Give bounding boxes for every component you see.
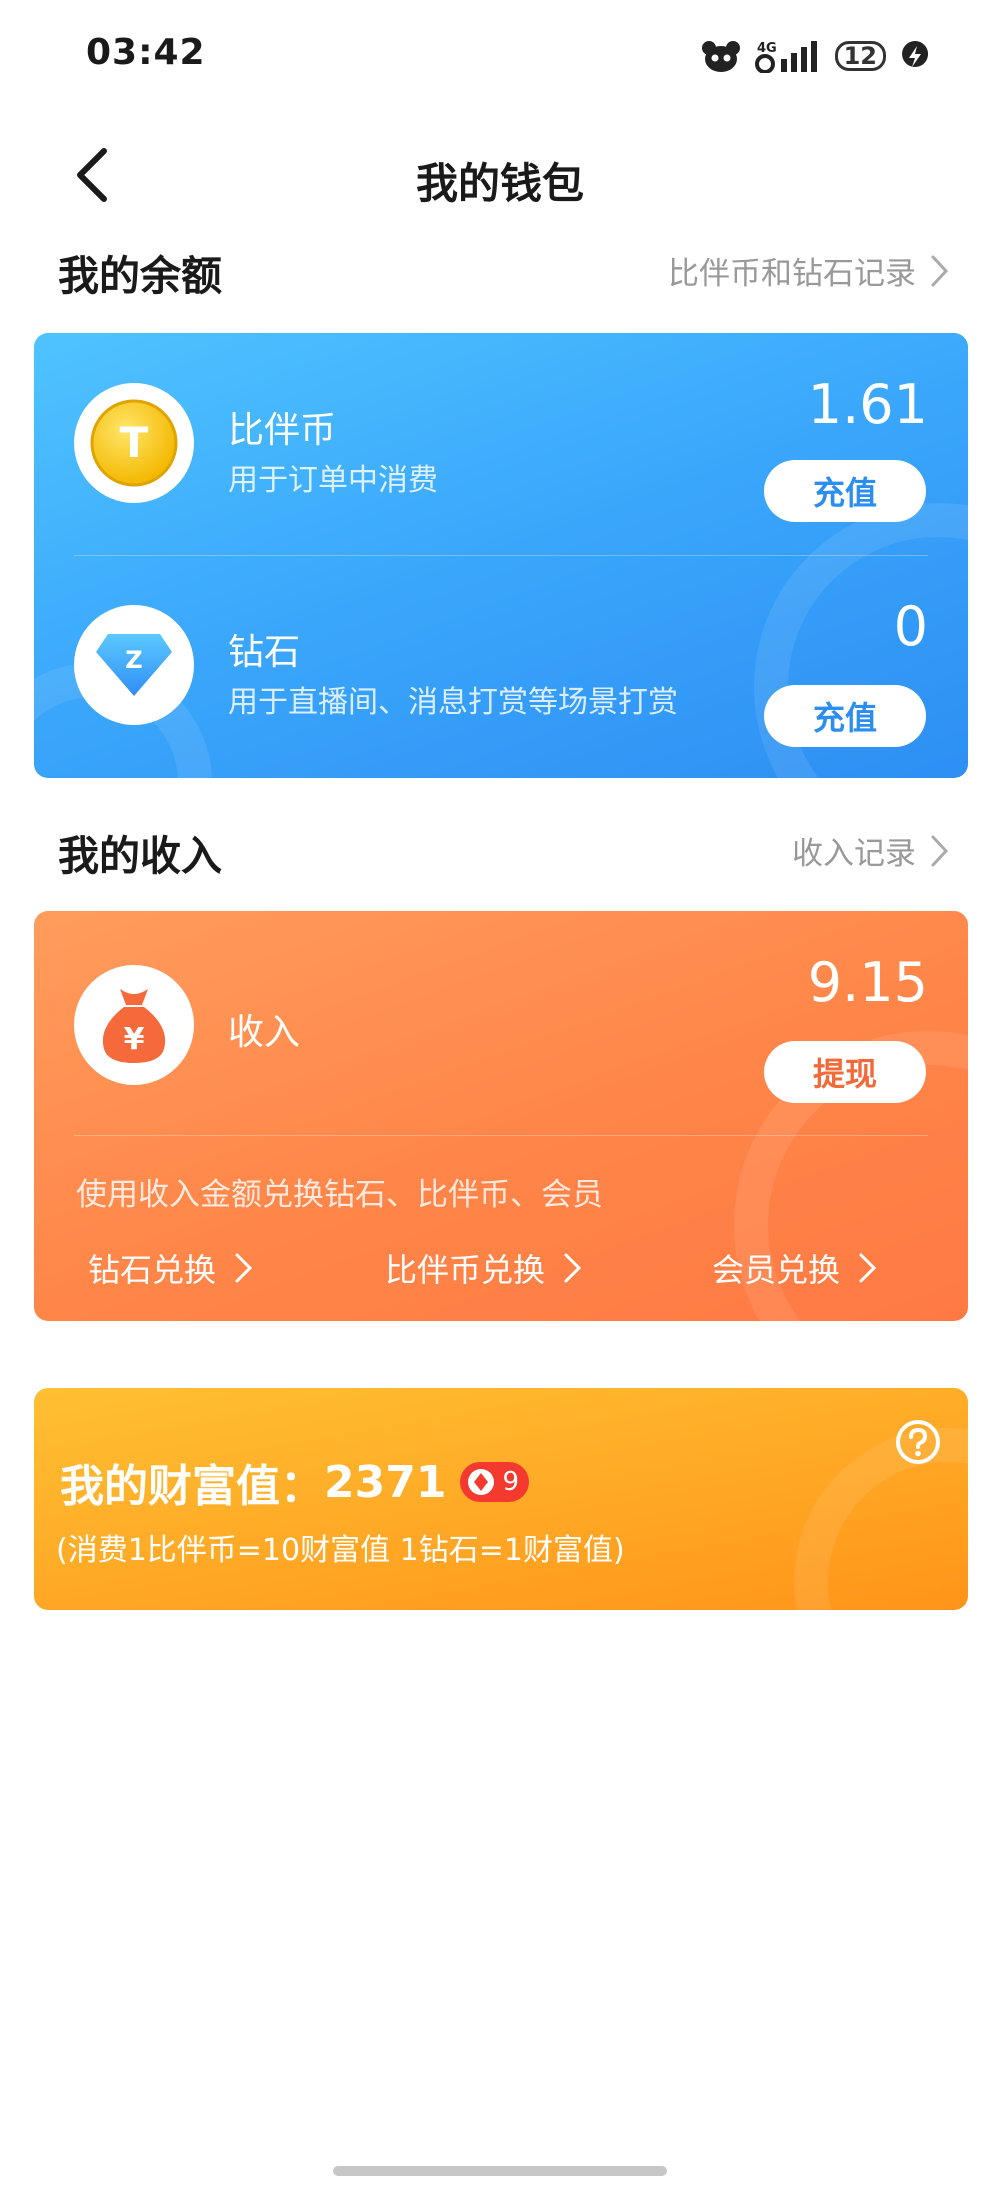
page-title: 我的钱包 xyxy=(415,159,584,208)
question-icon xyxy=(896,1420,940,1464)
coin-diamond-record-link[interactable]: 比伴币和钻石记录 xyxy=(668,248,950,293)
diamond-amount: 0 xyxy=(893,595,928,658)
vip-exchange-link[interactable]: 会员兑换 xyxy=(712,1245,878,1291)
chevron-right-icon xyxy=(859,1253,877,1283)
wealth-level-badge: 9 xyxy=(460,1462,530,1502)
withdraw-button[interactable]: 提现 xyxy=(764,1041,926,1103)
chevron-right-icon xyxy=(931,255,949,286)
balance-section-title: 我的余额 xyxy=(58,252,222,300)
exchange-hint: 使用收入金额兑换钻石、比伴币、会员 xyxy=(76,1177,603,1213)
coin-exchange-label: 比伴币兑换 xyxy=(385,1251,546,1289)
diamond-title: 钻石 xyxy=(228,632,301,673)
chevron-right-icon xyxy=(564,1253,582,1283)
charging-icon xyxy=(902,41,929,67)
diamond-desc: 用于直播间、消息打赏等场景打赏 xyxy=(228,685,678,720)
income-record-label: 收入记录 xyxy=(792,836,916,872)
vip-exchange-label: 会员兑换 xyxy=(712,1251,841,1289)
home-indicator[interactable] xyxy=(333,2166,667,2176)
diamond-icon: Z xyxy=(74,605,194,725)
diamond-exchange-label: 钻石兑换 xyxy=(88,1251,217,1289)
chevron-right-icon xyxy=(235,1253,253,1283)
income-record-link[interactable]: 收入记录 xyxy=(792,828,950,873)
help-button[interactable] xyxy=(894,1418,942,1466)
coin-title: 比伴币 xyxy=(228,410,337,451)
coin-desc: 用于订单中消费 xyxy=(228,463,438,498)
wealth-value: 2371 xyxy=(324,1456,447,1508)
divider xyxy=(74,1135,928,1136)
income-section-title: 我的收入 xyxy=(58,832,222,880)
wealth-value-line: 我的财富值： 2371 9 xyxy=(60,1450,530,1514)
money-bag-symbol: ¥ xyxy=(124,1022,145,1057)
balance-card: T 比伴币 用于订单中消费 1.61 充值 Z 钻石 用于直播间、消息打赏等场景… xyxy=(34,333,968,778)
diamond-icon-letter: Z xyxy=(125,646,142,674)
app-notification-icon xyxy=(701,41,740,72)
coin-recharge-button[interactable]: 充值 xyxy=(764,460,926,522)
income-title: 收入 xyxy=(228,1012,301,1053)
coin-diamond-record-label: 比伴币和钻石记录 xyxy=(668,256,916,292)
network-label: 4G xyxy=(757,41,777,56)
coin-amount: 1.61 xyxy=(807,373,928,436)
signal-4g-icon: 4G xyxy=(754,41,817,73)
wealth-label: 我的财富值： xyxy=(60,1461,324,1512)
coin-exchange-link[interactable]: 比伴币兑换 xyxy=(385,1245,583,1291)
diamond-recharge-button[interactable]: 充值 xyxy=(764,685,926,747)
chevron-right-icon xyxy=(931,835,949,866)
income-amount: 9.15 xyxy=(807,951,928,1014)
gem-icon xyxy=(468,1469,495,1495)
money-bag-icon: ¥ xyxy=(74,965,194,1085)
status-icons: 4G 12 xyxy=(701,36,930,76)
wealth-note: (消费1比伴币=10财富值 1钻石=1财富值) xyxy=(56,1533,625,1568)
divider xyxy=(74,555,928,556)
coin-icon-letter: T xyxy=(120,418,149,467)
diamond-exchange-link[interactable]: 钻石兑换 xyxy=(88,1245,254,1291)
status-time: 03:42 xyxy=(86,32,206,73)
battery-indicator: 12 xyxy=(834,41,886,71)
coin-icon: T xyxy=(74,383,194,503)
wealth-level: 9 xyxy=(502,1467,520,1497)
